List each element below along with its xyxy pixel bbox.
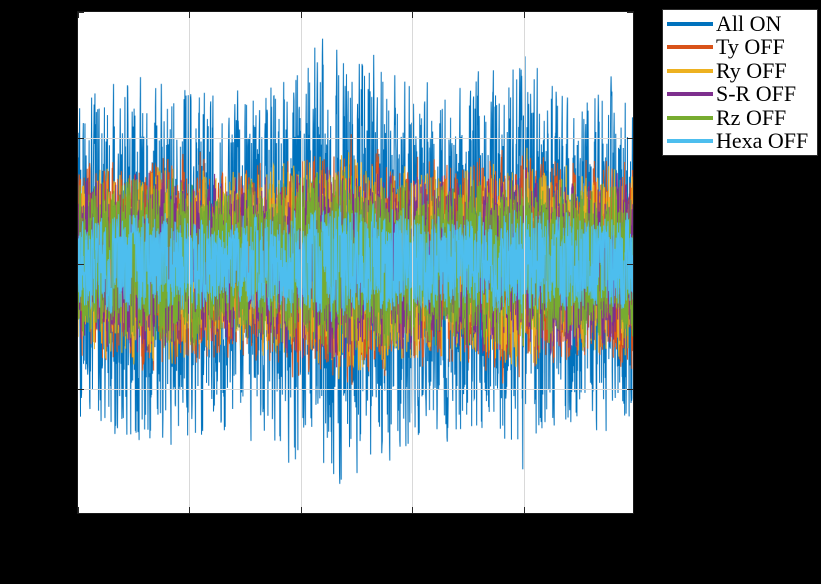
legend-line-swatch-hexa-off bbox=[667, 139, 713, 144]
legend-line-swatch-ty-off bbox=[667, 45, 713, 50]
legend-label-s-r-off: S-R OFF bbox=[716, 81, 797, 107]
legend-line-swatch-s-r-off bbox=[667, 92, 713, 97]
legend-label-rz-off: Rz OFF bbox=[716, 104, 787, 130]
legend-line-swatch-rz-off bbox=[667, 115, 713, 120]
legend-label-hexa-off: Hexa OFF bbox=[716, 128, 809, 154]
plot-axes[interactable] bbox=[77, 11, 634, 514]
legend-item-hexa-off[interactable]: Hexa OFF bbox=[667, 130, 814, 153]
legend-item-all-on[interactable]: All ON bbox=[667, 12, 814, 35]
legend-item-s-r-off[interactable]: S-R OFF bbox=[667, 83, 814, 106]
legend-item-rz-off[interactable]: Rz OFF bbox=[667, 106, 814, 129]
legend-line-swatch-ry-off bbox=[667, 68, 713, 73]
legend-item-ty-off[interactable]: Ty OFF bbox=[667, 36, 814, 59]
figure-canvas: All ON Ty OFF Ry OFF S-R OFF Rz OFF Hexa… bbox=[0, 0, 821, 584]
legend-item-ry-off[interactable]: Ry OFF bbox=[667, 59, 814, 82]
signal-plot-canvas bbox=[78, 12, 633, 513]
legend-box[interactable]: All ON Ty OFF Ry OFF S-R OFF Rz OFF Hexa… bbox=[662, 9, 818, 156]
legend-label-all-on: All ON bbox=[716, 10, 782, 36]
legend-label-ry-off: Ry OFF bbox=[716, 57, 787, 83]
legend-label-ty-off: Ty OFF bbox=[716, 34, 785, 60]
legend-line-swatch-all-on bbox=[667, 21, 713, 26]
